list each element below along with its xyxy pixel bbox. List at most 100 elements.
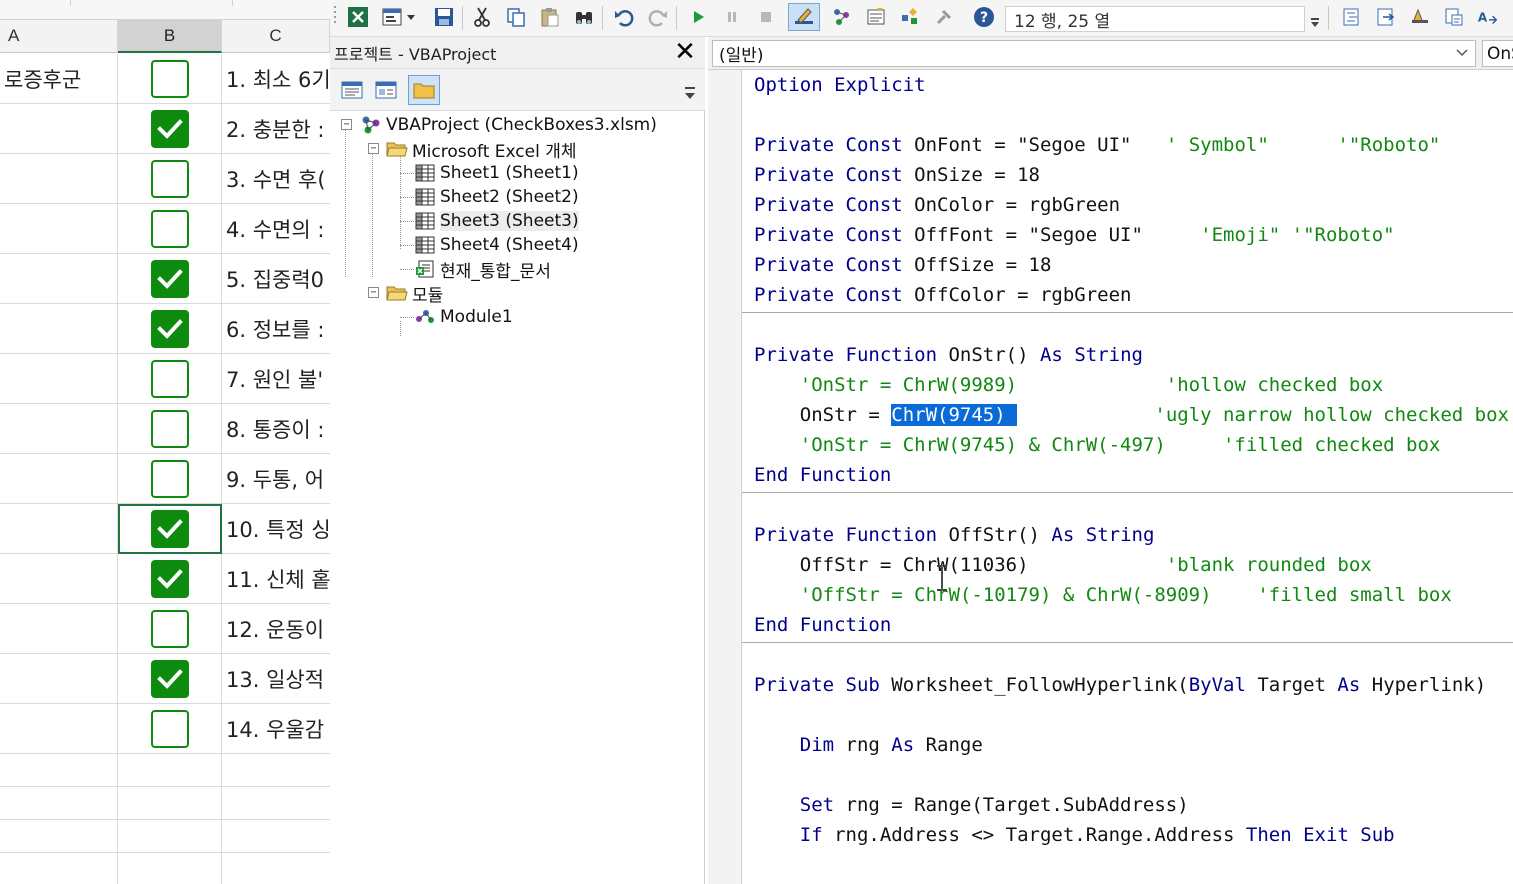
cell-b[interactable] (118, 354, 222, 404)
cell-a[interactable] (0, 304, 118, 354)
tree-folder-excel-objects[interactable]: Microsoft Excel 개체 (386, 137, 576, 162)
insert-dropdown-icon[interactable] (404, 5, 418, 29)
cell-a[interactable] (0, 454, 118, 504)
checked-box-icon[interactable] (150, 260, 189, 298)
collapse-toggle-excel-objects[interactable]: − (368, 143, 379, 154)
cell-c[interactable]: 4. 수면의 : (222, 204, 330, 254)
collapse-toggle-project[interactable]: − (341, 119, 352, 130)
cell-b[interactable] (118, 204, 222, 254)
tree-item-sheet1[interactable]: Sheet1 (Sheet1) (414, 161, 579, 185)
cell-c[interactable]: 8. 통증이 : (222, 404, 330, 454)
cell-c[interactable]: 14. 우울감 (222, 704, 330, 754)
empty-box-icon[interactable] (150, 60, 189, 98)
cell-b[interactable] (118, 54, 222, 104)
cell-a[interactable] (0, 254, 118, 304)
checked-box-icon[interactable] (150, 110, 189, 148)
column-header-c[interactable]: C (222, 20, 330, 53)
tree-item-module1[interactable]: Module1 (414, 305, 513, 329)
cell-b[interactable] (118, 404, 222, 454)
collapse-toggle-modules[interactable]: − (368, 287, 379, 298)
cell-a[interactable] (0, 554, 118, 604)
empty-box-icon[interactable] (150, 160, 189, 198)
cell-b[interactable] (118, 154, 222, 204)
column-header-a[interactable]: A (0, 20, 118, 53)
insert-userform-icon[interactable] (380, 5, 404, 29)
cell-a[interactable] (0, 604, 118, 654)
cell-b[interactable] (118, 254, 222, 304)
find-icon[interactable] (572, 5, 596, 29)
tree-folder-modules[interactable]: 모듈 (386, 281, 443, 306)
cell-b[interactable] (118, 104, 222, 154)
cell-c[interactable]: 7. 원인 불' (222, 354, 330, 404)
empty-box-icon[interactable] (150, 610, 189, 648)
cell-a[interactable]: 로증후군 (0, 54, 118, 104)
tree-item-workbook[interactable]: 현재_통합_문서 (414, 257, 551, 282)
column-header-b[interactable]: B (118, 20, 222, 53)
tree-item-sheet2[interactable]: Sheet2 (Sheet2) (414, 185, 579, 209)
comment-block-icon[interactable] (1442, 5, 1466, 29)
cell-a[interactable] (0, 354, 118, 404)
cell-a[interactable] (0, 104, 118, 154)
cell-c[interactable]: 3. 수면 후( (222, 154, 330, 204)
toggle-breakpoint-icon[interactable] (1408, 5, 1432, 29)
checked-box-icon[interactable] (150, 310, 189, 348)
complete-word-icon[interactable]: A (1476, 5, 1500, 29)
cell-c[interactable]: 9. 두통, 어 (222, 454, 330, 504)
procedure-dropdown[interactable]: OnStr (1482, 40, 1513, 67)
checked-box-icon[interactable] (150, 560, 189, 598)
cell-b[interactable] (118, 454, 222, 504)
empty-box-icon[interactable] (150, 410, 189, 448)
close-icon[interactable]: ✕ (671, 39, 699, 67)
code-margin-indicator-bar[interactable] (708, 70, 742, 884)
help-icon[interactable]: ? (972, 5, 996, 29)
cell-c[interactable]: 10. 특정 싱 (222, 504, 330, 554)
checked-box-icon[interactable] (150, 660, 189, 698)
run-icon[interactable] (686, 5, 710, 29)
view-excel-icon[interactable] (346, 5, 370, 29)
cell-c[interactable]: 6. 정보를 : (222, 304, 330, 354)
tree-item-vbaproject[interactable]: VBAProject (CheckBoxes3.xlsm) (360, 113, 657, 137)
view-code-icon[interactable] (336, 75, 368, 105)
cell-b[interactable] (118, 704, 222, 754)
reset-icon[interactable] (754, 5, 778, 29)
cell-a[interactable] (0, 704, 118, 754)
object-browser-icon[interactable] (898, 5, 922, 29)
undo-icon[interactable] (612, 5, 636, 29)
toolbar-options-icon[interactable] (1308, 5, 1322, 29)
project-explorer-icon[interactable] (830, 5, 854, 29)
code-editor[interactable]: Option Explicit Private Const OnFont = "… (742, 70, 1513, 884)
paste-icon[interactable] (538, 5, 562, 29)
cell-a[interactable] (0, 404, 118, 454)
toggle-folders-icon[interactable] (408, 75, 440, 105)
cell-b[interactable] (118, 604, 222, 654)
empty-box-icon[interactable] (150, 360, 189, 398)
object-dropdown[interactable]: (일반) (712, 40, 1476, 67)
tree-item-sheet3[interactable]: Sheet3 (Sheet3) (414, 209, 579, 233)
toolbox-icon[interactable] (932, 5, 956, 29)
cell-b[interactable] (118, 654, 222, 704)
view-object-icon[interactable] (370, 75, 402, 105)
copy-icon[interactable] (504, 5, 528, 29)
toolbar-grip[interactable] (332, 0, 344, 37)
cut-icon[interactable] (470, 5, 494, 29)
cell-b[interactable] (118, 304, 222, 354)
cell-a[interactable] (0, 204, 118, 254)
break-icon[interactable] (720, 5, 744, 29)
empty-box-icon[interactable] (150, 210, 189, 248)
cell-a[interactable] (0, 654, 118, 704)
cell-a[interactable] (0, 504, 118, 554)
cell-c[interactable]: 12. 운동이 (222, 604, 330, 654)
checked-box-icon[interactable] (150, 510, 189, 548)
cell-c[interactable]: 1. 최소 6기 (222, 54, 330, 104)
cell-b[interactable] (118, 504, 222, 554)
outdent-icon[interactable] (1374, 5, 1398, 29)
cell-c[interactable]: 2. 충분한 : (222, 104, 330, 154)
redo-icon[interactable] (646, 5, 670, 29)
cell-a[interactable] (0, 154, 118, 204)
empty-box-icon[interactable] (150, 460, 189, 498)
properties-window-icon[interactable] (864, 5, 888, 29)
indent-icon[interactable] (1340, 5, 1364, 29)
cell-c[interactable]: 11. 신체 홑 (222, 554, 330, 604)
cell-b[interactable] (118, 554, 222, 604)
save-icon[interactable] (432, 5, 456, 29)
